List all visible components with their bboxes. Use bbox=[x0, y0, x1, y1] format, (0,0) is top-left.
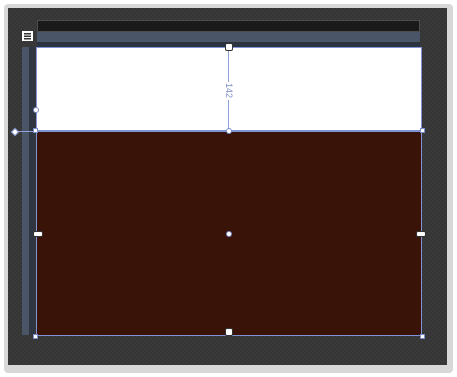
row-height-handle[interactable] bbox=[226, 128, 232, 134]
bottom-resize-handle[interactable] bbox=[225, 328, 233, 336]
row-ruler-edge bbox=[29, 47, 35, 335]
grid-layout-icon[interactable] bbox=[22, 31, 33, 41]
corner-handle-top-right[interactable] bbox=[420, 128, 425, 133]
column-ruler[interactable] bbox=[37, 32, 420, 42]
top-resize-handle[interactable] bbox=[225, 43, 233, 51]
left-guide-handle[interactable] bbox=[33, 107, 39, 113]
corner-handle-bottom-left[interactable] bbox=[33, 334, 38, 339]
row-height-label: 142 bbox=[221, 82, 237, 100]
left-resize-handle[interactable] bbox=[33, 231, 43, 237]
center-handle[interactable] bbox=[226, 231, 232, 237]
window-title-bar bbox=[37, 20, 420, 32]
right-resize-handle[interactable] bbox=[416, 231, 426, 237]
corner-handle-bottom-right[interactable] bbox=[420, 334, 425, 339]
corner-handle-top-left[interactable] bbox=[33, 128, 38, 133]
